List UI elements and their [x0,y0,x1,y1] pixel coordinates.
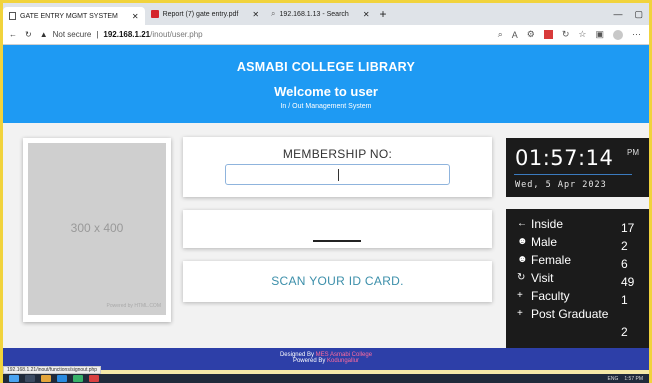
result-divider [313,240,361,242]
tab-title: Report (7) gate entry.pdf [162,10,239,18]
clock-panel: 01:57:14 PM Wed, 5 Apr 2023 [506,138,649,197]
stat-label: Inside [531,217,564,231]
clock-ampm: PM [627,148,639,157]
edge-icon[interactable] [57,375,67,382]
profile-avatar[interactable] [613,29,623,40]
search-icon: ⌕ [271,9,276,18]
arrow-left-icon: ← [517,218,527,229]
favorites-icon[interactable]: ☆ [578,29,586,40]
text-cursor [338,169,339,181]
extension-icon[interactable]: ⚙ [527,29,535,40]
search-icon[interactable]: ⌕ [498,29,503,40]
tab-report-pdf[interactable]: Report (7) gate entry.pdf ✕ [145,5,265,23]
address-bar: ← ↻ ▲ Not secure | 192.168.1.21 /inout/u… [3,25,649,45]
scan-card: SCAN YOUR ID CARD. [183,261,492,302]
membership-card: MEMBERSHIP NO: [183,137,492,197]
search-icon[interactable] [25,375,35,382]
close-tab-icon[interactable]: ✕ [252,10,259,19]
stat-inside: ← Inside 17 [506,218,649,236]
college-title: ASMABI COLLEGE LIBRARY [236,60,416,74]
photo-card: 300 x 400 Powered by HTML.COM [23,138,171,322]
tab-title: GATE ENTRY MGMT SYSTEM [20,12,118,20]
stat-value: 6 [621,257,628,271]
start-icon[interactable] [9,375,19,382]
clock-underline [514,174,632,175]
browser-tab-bar: GATE ENTRY MGMT SYSTEM ✕ Report (7) gate… [3,3,649,25]
new-tab-button[interactable]: + [380,7,387,21]
system-tray: ENG 1:57 PM [608,376,649,382]
stat-label: Male [531,235,558,249]
stat-label: Female [531,253,572,267]
maximize-icon[interactable]: ▢ [634,9,643,20]
url-field[interactable]: ▲ Not secure | 192.168.1.21 /inout/user.… [40,30,203,39]
stat-female: ☻ Female 6 [506,254,649,272]
window-controls: — ▢ [613,9,649,20]
collections-icon[interactable]: ▣ [595,29,604,40]
security-label: Not secure [52,30,92,39]
tab-search[interactable]: ⌕ 192.168.1.13 - Search ✕ [265,5,375,23]
stat-visit: ↻ Visit 49 [506,272,649,290]
taskbar-clock[interactable]: 1:57 PM [624,376,643,382]
stat-label: Visit [531,271,554,285]
person-icon: ☻ [517,236,528,247]
tab-gate-entry[interactable]: GATE ENTRY MGMT SYSTEM ✕ [3,7,145,25]
stat-value: 2 [621,239,628,253]
status-url: 192.168.1.21/inout/functions/signout.php [3,366,102,374]
plus-icon: + [517,308,523,319]
minimize-icon[interactable]: — [613,9,622,20]
plus-icon: + [517,290,523,301]
os-taskbar: ENG 1:57 PM [3,374,649,383]
stat-label: Post Graduate [531,307,609,321]
stats-panel: ← Inside 17 ☻ Male 2 ☻ Female 6 ↻ Visit … [506,209,649,351]
photo-placeholder: 300 x 400 Powered by HTML.COM [28,143,166,315]
language-indicator[interactable]: ENG [608,376,619,382]
stat-value: 49 [621,275,635,289]
clock-date: Wed, 5 Apr 2023 [515,180,607,190]
page-header: ASMABI COLLEGE LIBRARY Welcome to user I… [3,45,649,123]
stat-faculty: + Faculty 1 [506,290,649,308]
clock-time: 01:57:14 [515,146,614,170]
powered-by-link[interactable]: Kodungallur [327,358,359,364]
url-host: 192.168.1.21 [103,30,151,39]
back-icon[interactable]: ← [9,30,17,39]
refresh-icon[interactable]: ↻ [562,29,570,40]
refresh-icon: ↻ [517,272,526,283]
person-icon: ☻ [517,254,528,265]
membership-label: MEMBERSHIP NO: [282,147,393,161]
warning-icon: ▲ [39,30,48,39]
tab-title: 192.168.1.13 - Search [279,10,349,18]
stat-value: 1 [621,293,628,307]
read-aloud-icon[interactable]: A [512,30,518,40]
welcome-heading: Welcome to user [274,84,378,99]
more-icon[interactable]: ⋯ [632,29,641,40]
result-card [183,210,492,248]
main-content: 300 x 400 Powered by HTML.COM MEMBERSHIP… [3,123,649,351]
placeholder-credit: Powered by HTML.COM [106,303,161,309]
folder-icon[interactable] [41,375,51,382]
powered-by-line: Powered By Kodungallur [3,358,649,364]
placeholder-size: 300 x 400 [70,221,124,235]
stat-value: 2 [621,325,628,339]
powered-prefix: Powered By [292,358,326,364]
system-subtitle: In / Out Management System [280,103,372,110]
reload-icon[interactable]: ↻ [25,30,32,39]
scan-message: SCAN YOUR ID CARD. [271,274,404,288]
browser-toolbar: ⌕ A ⚙ ↻ ☆ ▣ ⋯ [498,29,649,40]
app-icon[interactable] [89,375,99,382]
page-icon [9,12,16,20]
extension-badge-icon[interactable] [543,30,553,39]
close-tab-icon[interactable]: ✕ [363,10,370,19]
chrome-icon[interactable] [73,375,83,382]
close-tab-icon[interactable]: ✕ [132,12,139,21]
separator: | [96,30,99,39]
stat-label: Faculty [531,289,570,303]
stat-value: 17 [621,221,635,235]
pdf-icon [150,10,159,18]
stat-post-graduate: + Post Graduate 2 [506,308,649,342]
stat-male: ☻ Male 2 [506,236,649,254]
url-path: /inout/user.php [150,30,203,39]
